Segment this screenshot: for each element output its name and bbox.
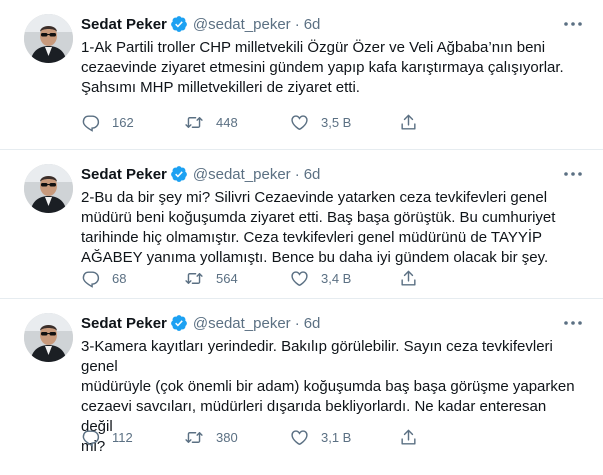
share-icon	[399, 428, 418, 447]
author-handle[interactable]: @sedat_peker	[193, 16, 291, 33]
separator-dot: ·	[294, 314, 300, 332]
more-options-icon[interactable]	[563, 165, 583, 183]
verified-badge-icon	[170, 165, 188, 183]
tweet-header: Sedat Peker @sedat_peker · 6d	[81, 13, 320, 35]
like-count: 3,4 B	[321, 270, 352, 286]
retweet-count: 448	[216, 114, 238, 130]
like-count: 3,5 B	[321, 114, 352, 130]
reply-button[interactable]: 112	[81, 426, 133, 448]
avatar[interactable]	[24, 313, 73, 362]
heart-icon	[290, 269, 309, 288]
reply-icon	[81, 428, 100, 447]
share-icon	[399, 269, 418, 288]
reply-icon	[81, 113, 100, 132]
reply-button[interactable]: 68	[81, 267, 126, 289]
reply-count: 68	[112, 270, 127, 286]
avatar[interactable]	[24, 14, 73, 63]
tweet-header: Sedat Peker @sedat_peker · 6d	[81, 312, 320, 334]
heart-icon	[290, 428, 309, 447]
reply-count: 112	[112, 429, 133, 445]
more-options-icon[interactable]	[563, 314, 583, 332]
reply-count: 162	[112, 114, 134, 130]
tweet-timestamp[interactable]: 6d	[304, 166, 321, 183]
author-handle[interactable]: @sedat_peker	[193, 315, 291, 332]
tweet-actions: 68 564 3,4 B	[81, 267, 603, 289]
like-count: 3,1 B	[321, 429, 352, 445]
retweet-icon	[184, 113, 204, 132]
tweet[interactable]: Sedat Peker @sedat_peker · 6d 1-Ak Parti…	[0, 0, 603, 150]
tweet-header: Sedat Peker @sedat_peker · 6d	[81, 163, 320, 185]
author-name[interactable]: Sedat Peker	[81, 166, 167, 183]
separator-dot: ·	[294, 165, 300, 183]
retweet-count: 564	[216, 270, 238, 286]
share-button[interactable]	[399, 426, 418, 448]
tweet-text: 2-Bu da bir şey mi? Silivri Cezaevinde y…	[81, 189, 556, 266]
tweet-timestamp[interactable]: 6d	[304, 315, 321, 332]
verified-badge-icon	[170, 314, 188, 332]
tweet-feed: Sedat Peker @sedat_peker · 6d 1-Ak Parti…	[0, 0, 603, 475]
retweet-button[interactable]: 380	[184, 426, 238, 448]
tweet-timestamp[interactable]: 6d	[304, 16, 321, 33]
tweet-actions: 112 380 3,1 B	[81, 426, 603, 448]
reply-button[interactable]: 162	[81, 111, 134, 133]
author-name[interactable]: Sedat Peker	[81, 16, 167, 33]
tweet-actions: 162 448 3,5 B	[81, 111, 603, 133]
tweet[interactable]: Sedat Peker @sedat_peker · 6d 3-Kamera k…	[0, 299, 603, 475]
author-handle[interactable]: @sedat_peker	[193, 166, 291, 183]
tweet-text: 1-Ak Partili troller CHP milletvekili Öz…	[81, 39, 564, 96]
retweet-icon	[184, 269, 204, 288]
retweet-icon	[184, 428, 204, 447]
retweet-button[interactable]: 564	[184, 267, 238, 289]
author-name[interactable]: Sedat Peker	[81, 315, 167, 332]
share-button[interactable]	[399, 267, 418, 289]
retweet-count: 380	[216, 429, 238, 445]
verified-badge-icon	[170, 15, 188, 33]
heart-icon	[290, 113, 309, 132]
retweet-button[interactable]: 448	[184, 111, 238, 133]
separator-dot: ·	[294, 15, 300, 33]
like-button[interactable]: 3,4 B	[290, 267, 351, 289]
share-button[interactable]	[399, 111, 418, 133]
avatar[interactable]	[24, 164, 73, 213]
share-icon	[399, 113, 418, 132]
like-button[interactable]: 3,1 B	[290, 426, 351, 448]
reply-icon	[81, 269, 100, 288]
tweet[interactable]: Sedat Peker @sedat_peker · 6d 2-Bu da bi…	[0, 150, 603, 299]
more-options-icon[interactable]	[563, 15, 583, 33]
like-button[interactable]: 3,5 B	[290, 111, 351, 133]
